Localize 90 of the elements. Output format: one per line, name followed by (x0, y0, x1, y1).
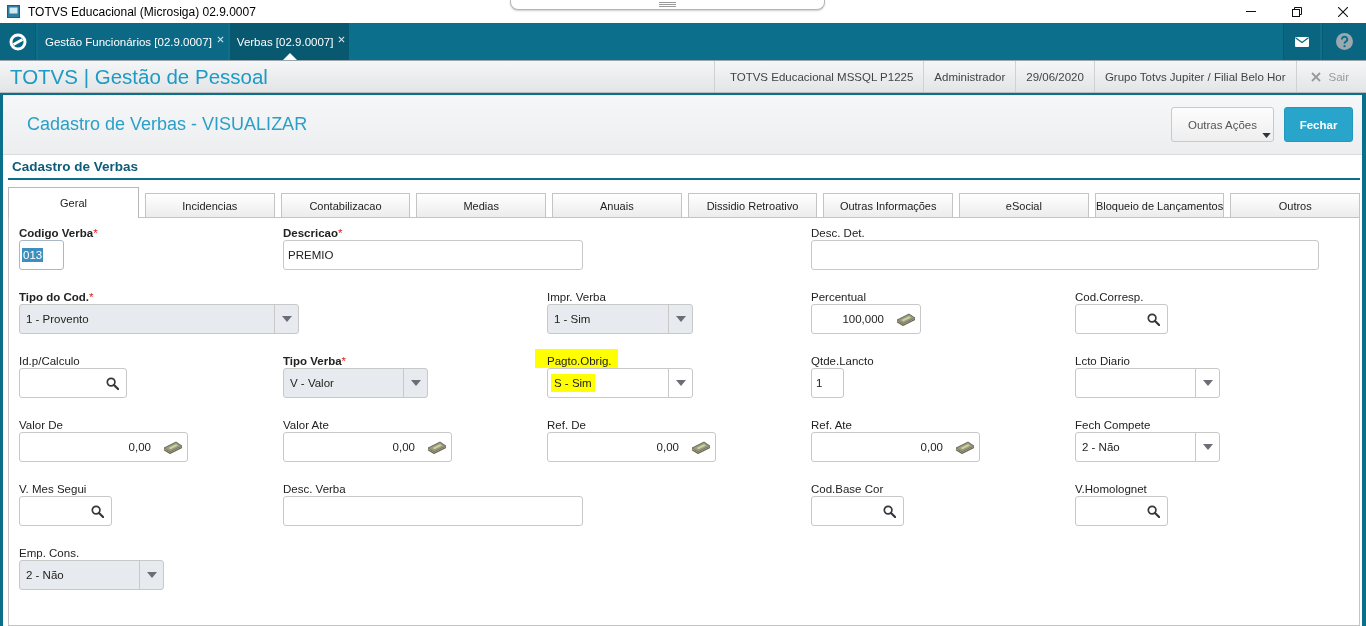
form-tab[interactable]: Anuais (552, 193, 682, 217)
app-title: TOTVS | Gestão de Pessoal (9, 64, 268, 89)
banknote-icon[interactable] (691, 440, 711, 454)
logo-icon (8, 32, 27, 51)
field-label: Lcto Diario (1075, 355, 1130, 368)
home-button[interactable] (0, 23, 36, 60)
form-tab[interactable]: Medias (416, 193, 546, 217)
text-field[interactable]: PREMIO (283, 240, 583, 270)
lookup-field[interactable] (1075, 304, 1168, 334)
form-tab[interactable]: Geral (8, 187, 139, 218)
form-tab[interactable]: Incidencias (145, 193, 275, 217)
field-label: Ref. De (547, 419, 586, 432)
pull-down-handle[interactable] (510, 0, 825, 10)
window-title: TOTVS Educacional (Microsiga) 02.9.0007 (28, 4, 256, 19)
field-label: Id.p/Calculo (19, 355, 80, 368)
lookup-field[interactable] (19, 496, 112, 526)
amount-field[interactable]: 100,000 (811, 304, 921, 334)
header-info: Administrador (923, 61, 1016, 92)
text-field[interactable] (811, 240, 1319, 270)
dropdown-button[interactable]: Outras Ações (1171, 107, 1274, 142)
field-label: V.Homolognet (1075, 483, 1147, 496)
search-icon[interactable] (1147, 504, 1160, 518)
form-tab[interactable]: Contabilizacao (280, 193, 411, 217)
field-label: Desc. Verba (283, 483, 346, 496)
close-icon (1310, 71, 1321, 82)
search-icon[interactable] (106, 376, 119, 390)
form-tab[interactable]: Outros (1230, 193, 1361, 217)
banknote-icon[interactable] (896, 312, 916, 326)
caret-icon[interactable] (1202, 380, 1213, 386)
minimize-icon (1246, 11, 1256, 12)
lookup-field[interactable] (1075, 496, 1168, 526)
field-label: Valor De (19, 419, 63, 432)
banknote-icon[interactable] (427, 440, 447, 454)
close-icon[interactable] (338, 36, 346, 43)
field-label: Qtde.Lancto (811, 355, 874, 368)
header-info: Grupo Totvs Jupiter / Filial Belo Hor (1093, 61, 1296, 92)
caret-icon[interactable] (1202, 444, 1213, 450)
field-label: Descricao* (283, 227, 343, 240)
mail-icon (1295, 36, 1309, 47)
field-label: Valor Ate (283, 419, 329, 432)
pointer-icon (282, 53, 297, 60)
lookup-field[interactable] (811, 496, 904, 526)
form-tab[interactable]: Dissidio Retroativo (687, 193, 818, 217)
search-icon[interactable] (883, 504, 896, 518)
amount-field[interactable]: 0,00 (547, 432, 716, 462)
amount-field[interactable]: 0,00 (283, 432, 452, 462)
form-tab[interactable]: Bloqueio de Lançamentos (1094, 193, 1225, 217)
search-icon[interactable] (91, 504, 104, 518)
help-icon (1336, 33, 1353, 50)
field-label: Percentual (811, 291, 866, 304)
page-title: Cadastro de Verbas - VISUALIZAR (27, 114, 308, 135)
text-field[interactable]: 1 (811, 368, 844, 398)
text-field[interactable]: 013 (19, 240, 64, 270)
section-title: Cadastro de Verbas (11, 158, 140, 176)
header-info: TOTVS Educacional MSSQL P1225 (713, 61, 924, 92)
field-label: Impr. Verba (547, 291, 606, 304)
select-field[interactable]: S - Sim (547, 368, 693, 398)
caret-icon (1262, 133, 1271, 138)
banknote-icon[interactable] (955, 440, 975, 454)
close-icon[interactable] (216, 36, 224, 43)
close-icon (1338, 6, 1348, 17)
banknote-icon[interactable] (163, 440, 183, 454)
field-label: Tipo Verba* (283, 355, 347, 368)
field-label: Cod.Base Cor (811, 483, 884, 496)
restore-icon (1292, 6, 1302, 17)
field-label: Cod.Corresp. (1075, 291, 1144, 304)
form-tab[interactable]: eSocial (959, 193, 1089, 217)
field-label: Ref. Ate (811, 419, 852, 432)
app-tab[interactable]: Gestão Funcionários [02.9.0007] (38, 23, 228, 60)
text-field[interactable] (283, 496, 583, 526)
field-label: Tipo do Cod.* (19, 291, 94, 304)
field-label: Fech Compete (1075, 419, 1151, 432)
app-tab[interactable]: Verbas [02.9.0007] (229, 23, 350, 60)
form-tab[interactable]: Outras Informações (823, 193, 954, 217)
field-label: Emp. Cons. (19, 547, 80, 560)
select-field[interactable] (1075, 368, 1220, 398)
field-label: Codigo Verba* (19, 227, 98, 240)
field-label: Pagto.Obrig. (535, 349, 618, 368)
header-info: 29/06/2020 (1015, 61, 1094, 92)
mail-button[interactable] (1283, 23, 1320, 60)
field-label: V. Mes Segui (19, 483, 87, 496)
select-field[interactable]: 2 - Não (1075, 432, 1220, 462)
grip-icon (659, 2, 676, 7)
app-icon (7, 5, 20, 18)
amount-field[interactable]: 0,00 (19, 432, 188, 462)
caret-icon[interactable] (675, 380, 686, 386)
lookup-field[interactable] (19, 368, 127, 398)
field-label: Desc. Det. (811, 227, 865, 240)
search-icon[interactable] (1147, 312, 1160, 326)
amount-field[interactable]: 0,00 (811, 432, 980, 462)
